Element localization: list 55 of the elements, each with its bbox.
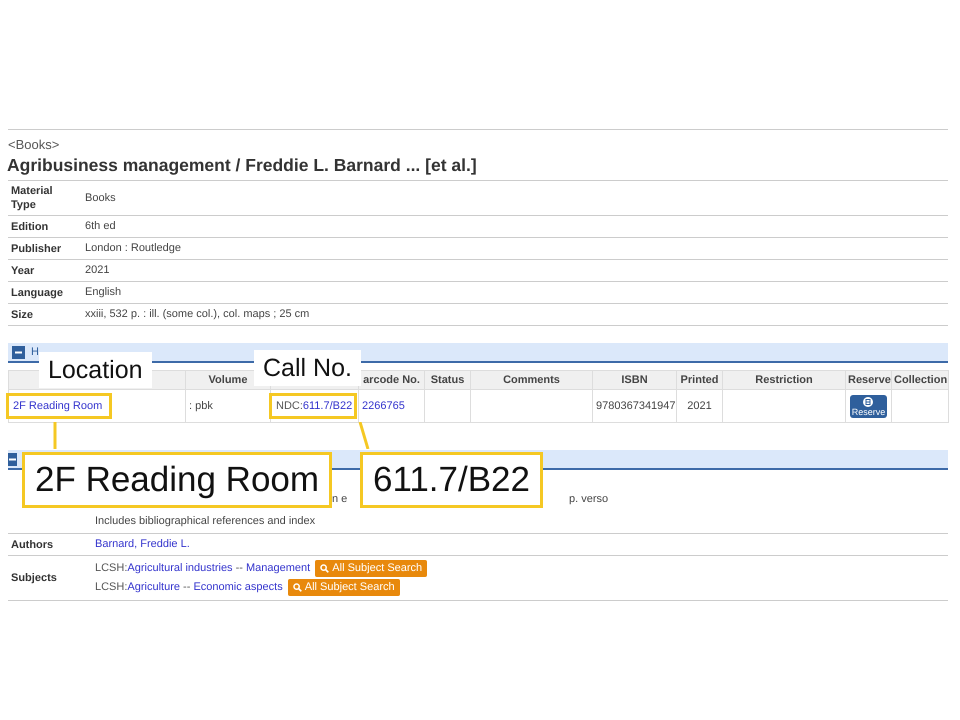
subject-scheme: LCSH:: [95, 562, 128, 574]
subject-separator: --: [183, 581, 190, 593]
field-label: Material Type: [11, 185, 53, 211]
column-header: Printed: [680, 374, 718, 386]
callout-value: 2F Reading Room: [22, 452, 332, 508]
column-header: Collection: [894, 374, 948, 386]
volume-cell: : pbk: [189, 400, 213, 412]
author-link[interactable]: Barnard, Freddie L.: [95, 538, 190, 550]
subject-link[interactable]: Agriculture: [127, 581, 180, 593]
column-header: Comments: [503, 374, 560, 386]
subject-scheme: LCSH:: [95, 581, 128, 593]
field-label: Authors: [11, 538, 54, 550]
notes-text: p. verso: [569, 492, 608, 507]
field-value: 2021: [85, 264, 110, 276]
field-label: Size: [11, 308, 34, 320]
record-title: Agribusiness management / Freddie L. Barnard ... [et al.]: [7, 154, 478, 176]
call-number-link[interactable]: 611.7/B22: [302, 400, 352, 412]
callout-label: Call No.: [254, 350, 361, 386]
field-label: Year: [11, 264, 34, 276]
column-header: Reserve: [848, 374, 891, 386]
notes-text: Includes bibliographical references and index: [95, 514, 316, 529]
call-number-prefix: NDC:: [276, 400, 303, 412]
field-label: Language: [11, 286, 63, 298]
callout-label: Location: [39, 352, 152, 388]
column-header: Restriction: [755, 374, 813, 386]
isbn-cell: 9780367341947: [596, 400, 676, 412]
search-icon: [292, 582, 302, 592]
field-label: Subjects: [11, 572, 57, 584]
field-value: London : Routledge: [85, 242, 182, 254]
material-type-label: <Books>: [8, 137, 60, 153]
field-value: Books: [85, 192, 116, 204]
field-value: English: [85, 286, 122, 298]
printed-year-cell: 2021: [687, 400, 712, 412]
notes-text: n e: [332, 492, 348, 507]
subject-link[interactable]: Agricultural industries: [127, 562, 233, 574]
column-header: Volume: [208, 374, 248, 386]
column-header: ISBN: [621, 374, 648, 386]
column-header: Status: [430, 374, 464, 386]
collapse-button[interactable]: [12, 346, 25, 358]
subject-link[interactable]: Management: [246, 562, 310, 574]
subject-link[interactable]: Economic aspects: [193, 581, 283, 593]
field-value: xxiii, 532 p. : ill. (some col.), col. maps ; 25 cm: [85, 308, 310, 320]
field-label: Publisher: [11, 242, 62, 254]
field-value: 6th ed: [85, 220, 116, 232]
reserve-button[interactable]: Reserve: [850, 394, 888, 418]
column-header: arcode No.: [363, 374, 420, 386]
section-title[interactable]: H: [31, 346, 39, 358]
leader-line: [358, 422, 370, 449]
callout-value: 611.7/B22: [360, 452, 543, 508]
subject-separator: --: [236, 562, 243, 574]
leader-line: [54, 422, 56, 449]
search-icon: [320, 564, 330, 573]
field-label: Edition: [11, 220, 48, 232]
collapse-button[interactable]: [8, 452, 17, 466]
location-link[interactable]: 2F Reading Room: [13, 400, 102, 412]
